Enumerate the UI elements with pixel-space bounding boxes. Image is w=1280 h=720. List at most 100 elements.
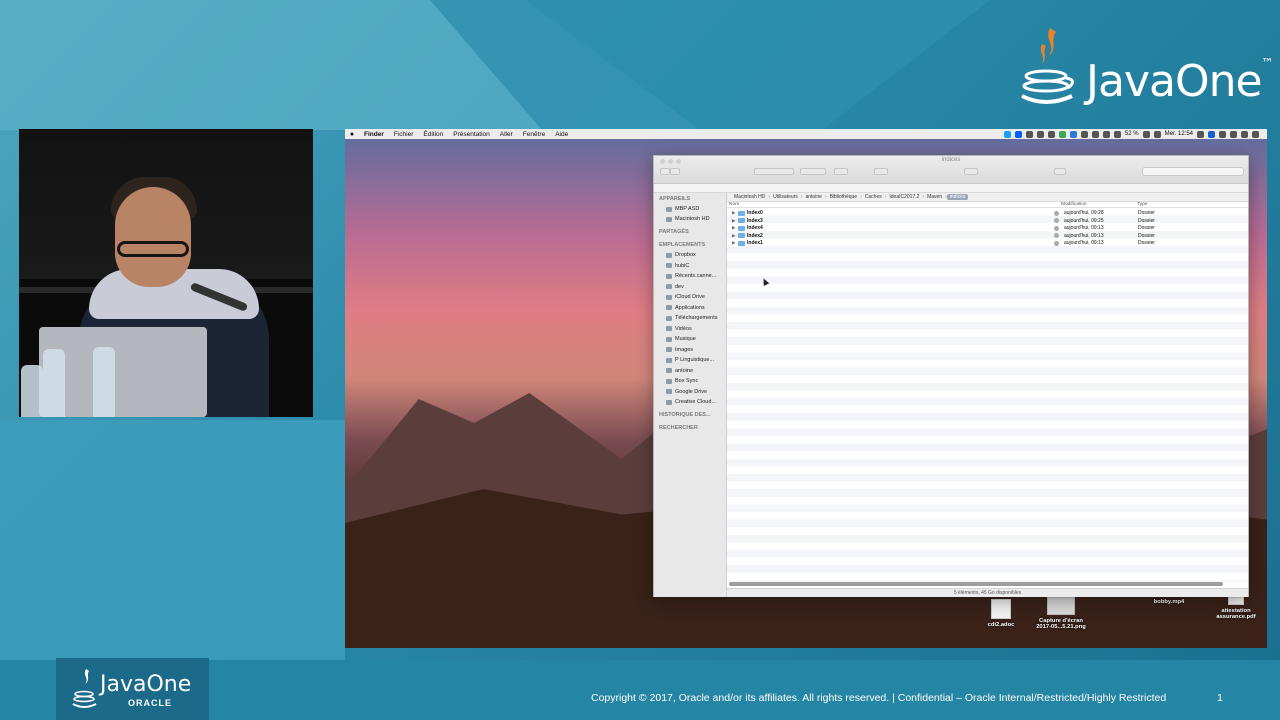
action-button[interactable] [964, 168, 978, 175]
tags-button[interactable] [1054, 168, 1066, 175]
applications-icon [666, 305, 672, 310]
sidebar-item-videos[interactable]: Vidéos [666, 326, 726, 332]
status-icon[interactable] [1025, 130, 1033, 138]
list-item[interactable]: ▶ Index1 aujourd'hui, 09:13 Dossier [727, 239, 1248, 247]
sidebar-item-telechargements[interactable]: Téléchargements [666, 315, 726, 321]
menu-presentation[interactable]: Présentation [448, 131, 495, 138]
menu-edition[interactable]: Édition [418, 131, 448, 138]
sidebar-item-label: Dropbox [675, 252, 696, 258]
time-machine-icon[interactable] [1091, 130, 1099, 138]
finder-window[interactable]: indices APPAREILS MBP ASD Macintosh HD P… [653, 155, 1249, 597]
disclosure-triangle-icon[interactable]: ▶ [732, 210, 735, 216]
spotlight-search-icon[interactable] [1241, 130, 1248, 138]
search-input[interactable] [1142, 167, 1244, 176]
path-crumb[interactable]: IdeaIC2017.2 [886, 194, 922, 200]
file-list[interactable]: Nom Modification Type ▶ Index0 aujourd'h… [727, 202, 1248, 582]
sidebar-item-label: Vidéos [675, 325, 692, 332]
desktop-file-icon[interactable]: attestation assurance.pdf [1211, 597, 1261, 620]
sidebar-item-hubic[interactable]: hubiC [666, 263, 726, 269]
sidebar-header-rechercher[interactable]: RECHERCHER [659, 425, 698, 431]
list-item[interactable]: ▶ Index4 aujourd'hui, 09:13 Dossier [727, 224, 1248, 232]
path-crumb[interactable]: Utilisateurs [770, 194, 801, 200]
desktop-file-icon[interactable]: cdi2.adoc [981, 599, 1021, 628]
status-icon[interactable] [1058, 130, 1066, 138]
menu-fichier[interactable]: Fichier [389, 131, 419, 138]
finder-titlebar[interactable]: indices [654, 156, 1248, 184]
status-icon[interactable] [1219, 130, 1226, 138]
horizontal-scrollbar[interactable] [729, 582, 1223, 586]
menu-finder[interactable]: Finder [359, 131, 389, 138]
sidebar-item-icloud-drive[interactable]: iCloud Drive [666, 294, 726, 300]
desktop-file-icon[interactable]: bobby.mp4 [1149, 599, 1189, 605]
battery-icon[interactable] [1142, 130, 1150, 138]
desktop-file-icon[interactable]: Capture d'écran 2017-05...5.21.png [1031, 597, 1091, 630]
sidebar-item-antoine[interactable]: antoine [666, 368, 726, 374]
clock-icon [1054, 225, 1059, 231]
sidebar-item-musique[interactable]: Musique [666, 336, 726, 342]
menubar-clock[interactable]: Mer. 12:54 [1165, 131, 1193, 137]
status-icon[interactable] [1047, 130, 1055, 138]
status-icon[interactable] [1208, 130, 1215, 138]
status-icon[interactable] [1230, 130, 1237, 138]
path-crumb[interactable]: antoine [802, 194, 824, 200]
item-name: Index0 [747, 210, 763, 216]
column-header-modified[interactable]: Modification [1061, 202, 1087, 207]
path-crumb[interactable]: Bibliothèque [827, 194, 861, 200]
sidebar-item-macintosh-hd[interactable]: Macintosh HD [666, 216, 726, 222]
document-icon [991, 599, 1011, 619]
status-bar: 5 éléments, 45 Go disponibles [727, 588, 1248, 597]
list-item[interactable]: ▶ Index0 aujourd'hui, 09:28 Dossier [727, 209, 1248, 217]
sidebar-header-appareils[interactable]: APPAREILS [659, 196, 690, 202]
sidebar-item-box-sync[interactable]: Box Sync [666, 378, 726, 384]
path-crumb-current[interactable]: indices [946, 194, 969, 200]
path-crumb[interactable]: Macintosh HD [731, 194, 768, 200]
menu-aller[interactable]: Aller [495, 131, 518, 138]
sidebar-item-label: Google Drive [675, 388, 708, 395]
sidebar-item-applications[interactable]: Applications [666, 305, 726, 311]
disclosure-triangle-icon[interactable]: ▶ [732, 233, 735, 239]
sidebar-item-p-linguistique[interactable]: P Linguistique... [666, 357, 726, 363]
path-crumb[interactable]: Maven [924, 194, 945, 200]
brand-name: JavaOne [1086, 56, 1263, 107]
sidebar-item-google-drive[interactable]: Google Drive [666, 389, 726, 395]
list-item[interactable]: ▶ Index2 aujourd'hui, 09:13 Dossier [727, 232, 1248, 240]
status-icon[interactable] [1069, 130, 1077, 138]
forward-button[interactable] [670, 168, 680, 175]
notification-center-icon[interactable] [1252, 130, 1259, 138]
sidebar-item-recents[interactable]: Récents.canne... [666, 273, 726, 279]
column-header-name[interactable]: Nom [729, 202, 739, 207]
twitter-icon[interactable] [1003, 130, 1011, 138]
view-options-button[interactable] [800, 168, 826, 175]
sidebar-header-partages[interactable]: PARTAGÉS [659, 229, 689, 235]
column-header-type[interactable]: Type [1137, 202, 1147, 207]
user-icon[interactable] [1197, 130, 1204, 138]
clock-icon [1054, 233, 1059, 239]
back-button[interactable] [660, 168, 670, 175]
sidebar-item-creative-cloud[interactable]: Creative Cloud... [666, 399, 726, 405]
disclosure-triangle-icon[interactable]: ▶ [732, 240, 735, 246]
sidebar-item-dev[interactable]: dev [666, 284, 726, 290]
sidebar-item-dropbox[interactable]: Dropbox [666, 252, 726, 258]
folder-icon [666, 389, 672, 394]
sidebar-header-emplacements[interactable]: EMPLACEMENTS [659, 242, 705, 248]
finder-sidebar: APPAREILS MBP ASD Macintosh HD PARTAGÉS … [654, 193, 727, 597]
bluetooth-icon[interactable] [1102, 130, 1110, 138]
share-button[interactable] [874, 168, 888, 175]
status-icon[interactable] [1036, 130, 1044, 138]
menu-fenetre[interactable]: Fenêtre [518, 131, 550, 138]
input-source-icon[interactable] [1153, 130, 1161, 138]
dropbox-icon[interactable] [1014, 130, 1022, 138]
apple-menu-icon[interactable]: ● [345, 131, 359, 138]
sidebar-item-images[interactable]: Images [666, 347, 726, 353]
info-icon[interactable] [1080, 130, 1088, 138]
path-crumb[interactable]: Caches [862, 194, 885, 200]
menu-aide[interactable]: Aide [550, 131, 573, 138]
disclosure-triangle-icon[interactable]: ▶ [732, 225, 735, 231]
sidebar-header-historique[interactable]: HISTORIQUE DES... [659, 412, 711, 418]
disclosure-triangle-icon[interactable]: ▶ [732, 218, 735, 224]
view-mode-buttons[interactable] [754, 168, 794, 175]
arrange-button[interactable] [834, 168, 848, 175]
sidebar-item-mbp-asd[interactable]: MBP ASD [666, 206, 726, 212]
list-item[interactable]: ▶ Index3 aujourd'hui, 09:25 Dossier [727, 217, 1248, 225]
wifi-icon[interactable] [1113, 130, 1121, 138]
